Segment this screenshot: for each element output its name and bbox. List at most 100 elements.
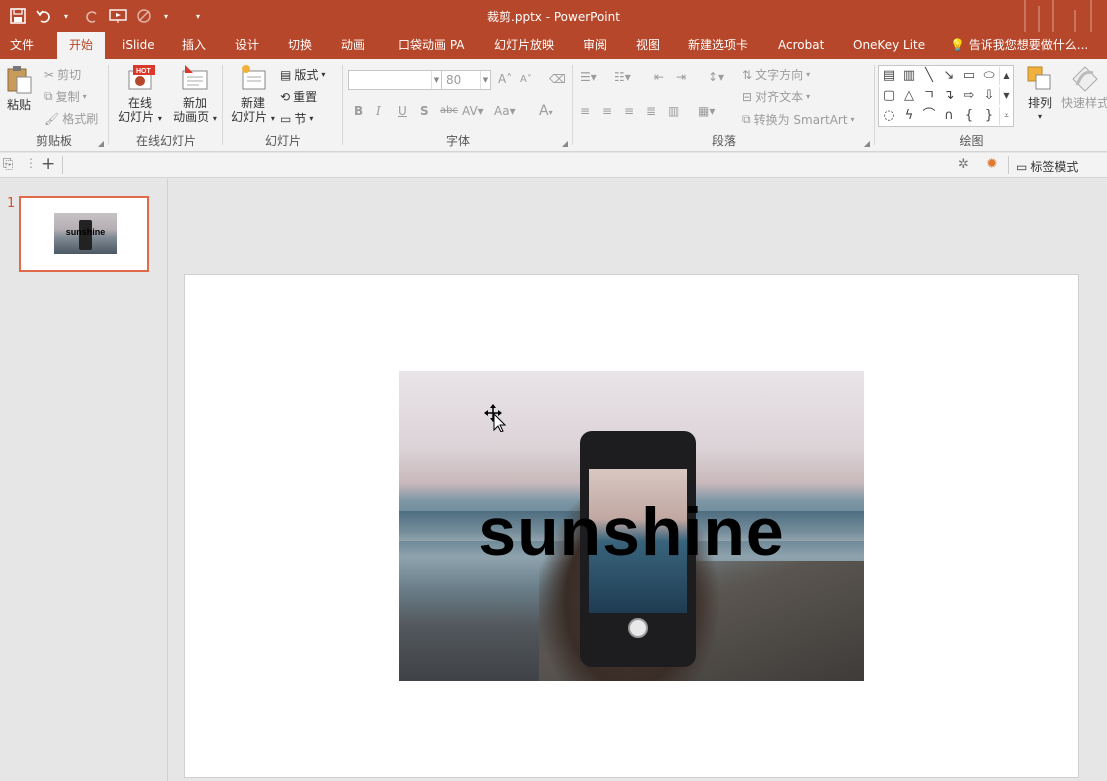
separator <box>108 65 109 145</box>
dialog-launcher-icon[interactable]: ◢ <box>98 139 104 148</box>
tab-animations[interactable]: 动画 <box>341 32 365 59</box>
character-spacing-button[interactable]: AV▾ <box>462 104 484 118</box>
bold-button[interactable]: B <box>354 104 363 118</box>
gear-icon[interactable]: ✹ <box>986 156 998 172</box>
section-button[interactable]: ▭ 节 ▾ <box>280 110 313 127</box>
dialog-launcher-icon[interactable]: ◢ <box>864 139 870 148</box>
chevron-down-icon[interactable]: ▼ <box>431 71 441 89</box>
new-animation-page-button[interactable]: 新加 动画页 ▾ <box>170 63 220 126</box>
line-shape-icon[interactable]: ╲ <box>920 67 938 85</box>
copy-button[interactable]: ⧉ 复制 ▾ <box>44 88 87 105</box>
clipboard-group: 粘贴 ✂ 剪切 ⧉ 复制 ▾ 🖌 格式刷 剪贴板 ◢ <box>0 59 108 152</box>
toolbar-divider: ⋮ <box>25 156 37 170</box>
outline-view-icon[interactable]: ⎘ <box>3 157 13 172</box>
quick-styles-button[interactable]: 快速样式 <box>1060 65 1107 110</box>
add-slide-icon[interactable]: + <box>41 154 55 174</box>
columns-icon[interactable]: ▦▾ <box>698 104 715 118</box>
font-color-button[interactable]: A▾ <box>539 103 553 119</box>
grow-font-icon[interactable]: A˄ <box>498 72 512 86</box>
italic-button[interactable]: I <box>376 104 381 118</box>
change-case-button[interactable]: Aa▾ <box>494 104 516 118</box>
align-left-icon[interactable]: ≡ <box>580 104 590 118</box>
tab-new-tab[interactable]: 新建选项卡 <box>688 32 748 59</box>
right-arrow-shape-icon[interactable]: ⇨ <box>960 87 978 105</box>
tab-transitions[interactable]: 切换 <box>288 32 312 59</box>
layout-button[interactable]: ▤ 版式 ▾ <box>280 66 325 83</box>
freeform-shape-icon[interactable]: ◌ <box>880 107 898 125</box>
underline-button[interactable]: U <box>398 104 407 118</box>
scroll-down-icon[interactable]: ▼ <box>999 87 1013 105</box>
increase-indent-icon[interactable]: ⇥ <box>676 70 686 84</box>
new-slide-button[interactable]: 新建 幻灯片 ▾ <box>228 63 278 126</box>
elbow-connector-shape-icon[interactable]: ㄱ <box>920 87 938 105</box>
reset-icon: ⟲ <box>280 89 291 104</box>
chevron-down-icon[interactable]: ▼ <box>480 71 490 89</box>
tell-me-box[interactable]: 💡 告诉我您想要做什么... <box>950 32 1088 59</box>
distribute-icon[interactable]: ▥ <box>668 104 679 118</box>
tab-islide[interactable]: iSlide <box>122 32 155 59</box>
elbow-arrow-shape-icon[interactable]: ↴ <box>940 87 958 105</box>
toolbar-divider <box>1008 156 1009 174</box>
arrow-line-shape-icon[interactable]: ↘ <box>940 67 958 85</box>
dialog-launcher-icon[interactable]: ◢ <box>562 139 568 148</box>
justify-icon[interactable]: ≣ <box>646 104 656 118</box>
slide-canvas[interactable]: sunshine <box>184 274 1079 778</box>
tab-pocket-animation[interactable]: 口袋动画 PA <box>398 32 465 59</box>
tab-home[interactable]: 开始 <box>57 32 106 59</box>
paste-button[interactable]: 粘贴 <box>3 65 35 112</box>
clear-format-icon[interactable]: ⌫ <box>549 72 566 86</box>
bullets-icon[interactable]: ☰▾ <box>580 70 597 84</box>
font-name-combo[interactable]: ▼ <box>348 70 442 90</box>
shrink-font-icon[interactable]: A˅ <box>520 74 532 85</box>
align-text-button[interactable]: ⊟ 对齐文本 ▾ <box>742 88 810 105</box>
align-center-icon[interactable]: ≡ <box>602 104 612 118</box>
ribbon: 粘贴 ✂ 剪切 ⧉ 复制 ▾ 🖌 格式刷 剪贴板 ◢ HOT 在线 幻灯片 ▾ 新加 动… <box>0 59 1107 152</box>
strikethrough-button[interactable]: abc <box>440 105 458 116</box>
text-direction-button[interactable]: ⇅ 文字方向 ▾ <box>742 66 810 83</box>
arc-shape-icon[interactable]: ⌒ <box>920 107 938 125</box>
arrange-button[interactable]: 排列 ▾ <box>1022 65 1058 124</box>
slide-photo[interactable]: sunshine <box>399 371 864 681</box>
left-brace-shape-icon[interactable]: { <box>960 107 978 125</box>
font-size-combo[interactable]: 80 ▼ <box>441 70 491 90</box>
tab-view[interactable]: 视图 <box>636 32 660 59</box>
down-arrow-shape-icon[interactable]: ⇩ <box>980 87 998 105</box>
paste-icon <box>7 66 32 94</box>
curve-shape-icon[interactable]: ∩ <box>940 107 958 125</box>
right-brace-shape-icon[interactable]: } <box>980 107 998 125</box>
tab-insert[interactable]: 插入 <box>182 32 206 59</box>
magic-wand-icon[interactable]: ✲ <box>958 157 969 172</box>
tab-onekey-lite[interactable]: OneKey Lite <box>853 32 925 59</box>
rounded-rect-shape-icon[interactable]: ▢ <box>880 87 898 105</box>
slide-thumbnail[interactable]: sunshine <box>19 196 149 272</box>
reset-button[interactable]: ⟲ 重置 <box>280 88 317 105</box>
oval-shape-icon[interactable]: ⬭ <box>980 67 998 85</box>
tab-file[interactable]: 文件 <box>10 32 34 59</box>
online-slide-button[interactable]: HOT 在线 幻灯片 ▾ <box>114 63 166 126</box>
tab-acrobat[interactable]: Acrobat <box>778 32 824 59</box>
format-painter-button[interactable]: 🖌 格式刷 <box>44 110 98 127</box>
thumbnail-image: sunshine <box>54 213 117 254</box>
decrease-indent-icon[interactable]: ⇤ <box>654 70 664 84</box>
scribble-shape-icon[interactable]: ϟ <box>900 107 918 125</box>
triangle-shape-icon[interactable]: △ <box>900 87 918 105</box>
rectangle-shape-icon[interactable]: ▭ <box>960 67 978 85</box>
tab-design[interactable]: 设计 <box>235 32 259 59</box>
vertical-textbox-shape-icon[interactable]: ▥ <box>900 67 918 85</box>
shapes-gallery[interactable]: ▤ ▥ ╲ ↘ ▭ ⬭ ▢ △ ㄱ ↴ ⇨ ⇩ ◌ ϟ ⌒ ∩ { } ▲ ▼ … <box>878 65 1014 127</box>
shadow-button[interactable]: S <box>420 104 429 118</box>
tag-mode-button[interactable]: ▭ 标签模式 <box>1016 158 1078 175</box>
slide-title-text[interactable]: sunshine <box>399 493 864 571</box>
cut-button[interactable]: ✂ 剪切 <box>44 66 81 83</box>
line-spacing-icon[interactable]: ↕▾ <box>708 70 724 84</box>
textbox-shape-icon[interactable]: ▤ <box>880 67 898 85</box>
align-right-icon[interactable]: ≡ <box>624 104 634 118</box>
tag-icon: ▭ <box>1016 159 1028 174</box>
scroll-up-icon[interactable]: ▲ <box>999 67 1013 85</box>
numbering-icon[interactable]: ☷▾ <box>614 70 631 84</box>
tab-review[interactable]: 审阅 <box>583 32 607 59</box>
more-shapes-icon[interactable]: ⩡ <box>999 107 1013 125</box>
drawing-group-label: 绘图 <box>959 134 984 148</box>
tab-slideshow[interactable]: 幻灯片放映 <box>494 32 554 59</box>
convert-smartart-button[interactable]: ⧉ 转换为 SmartArt ▾ <box>742 111 855 128</box>
